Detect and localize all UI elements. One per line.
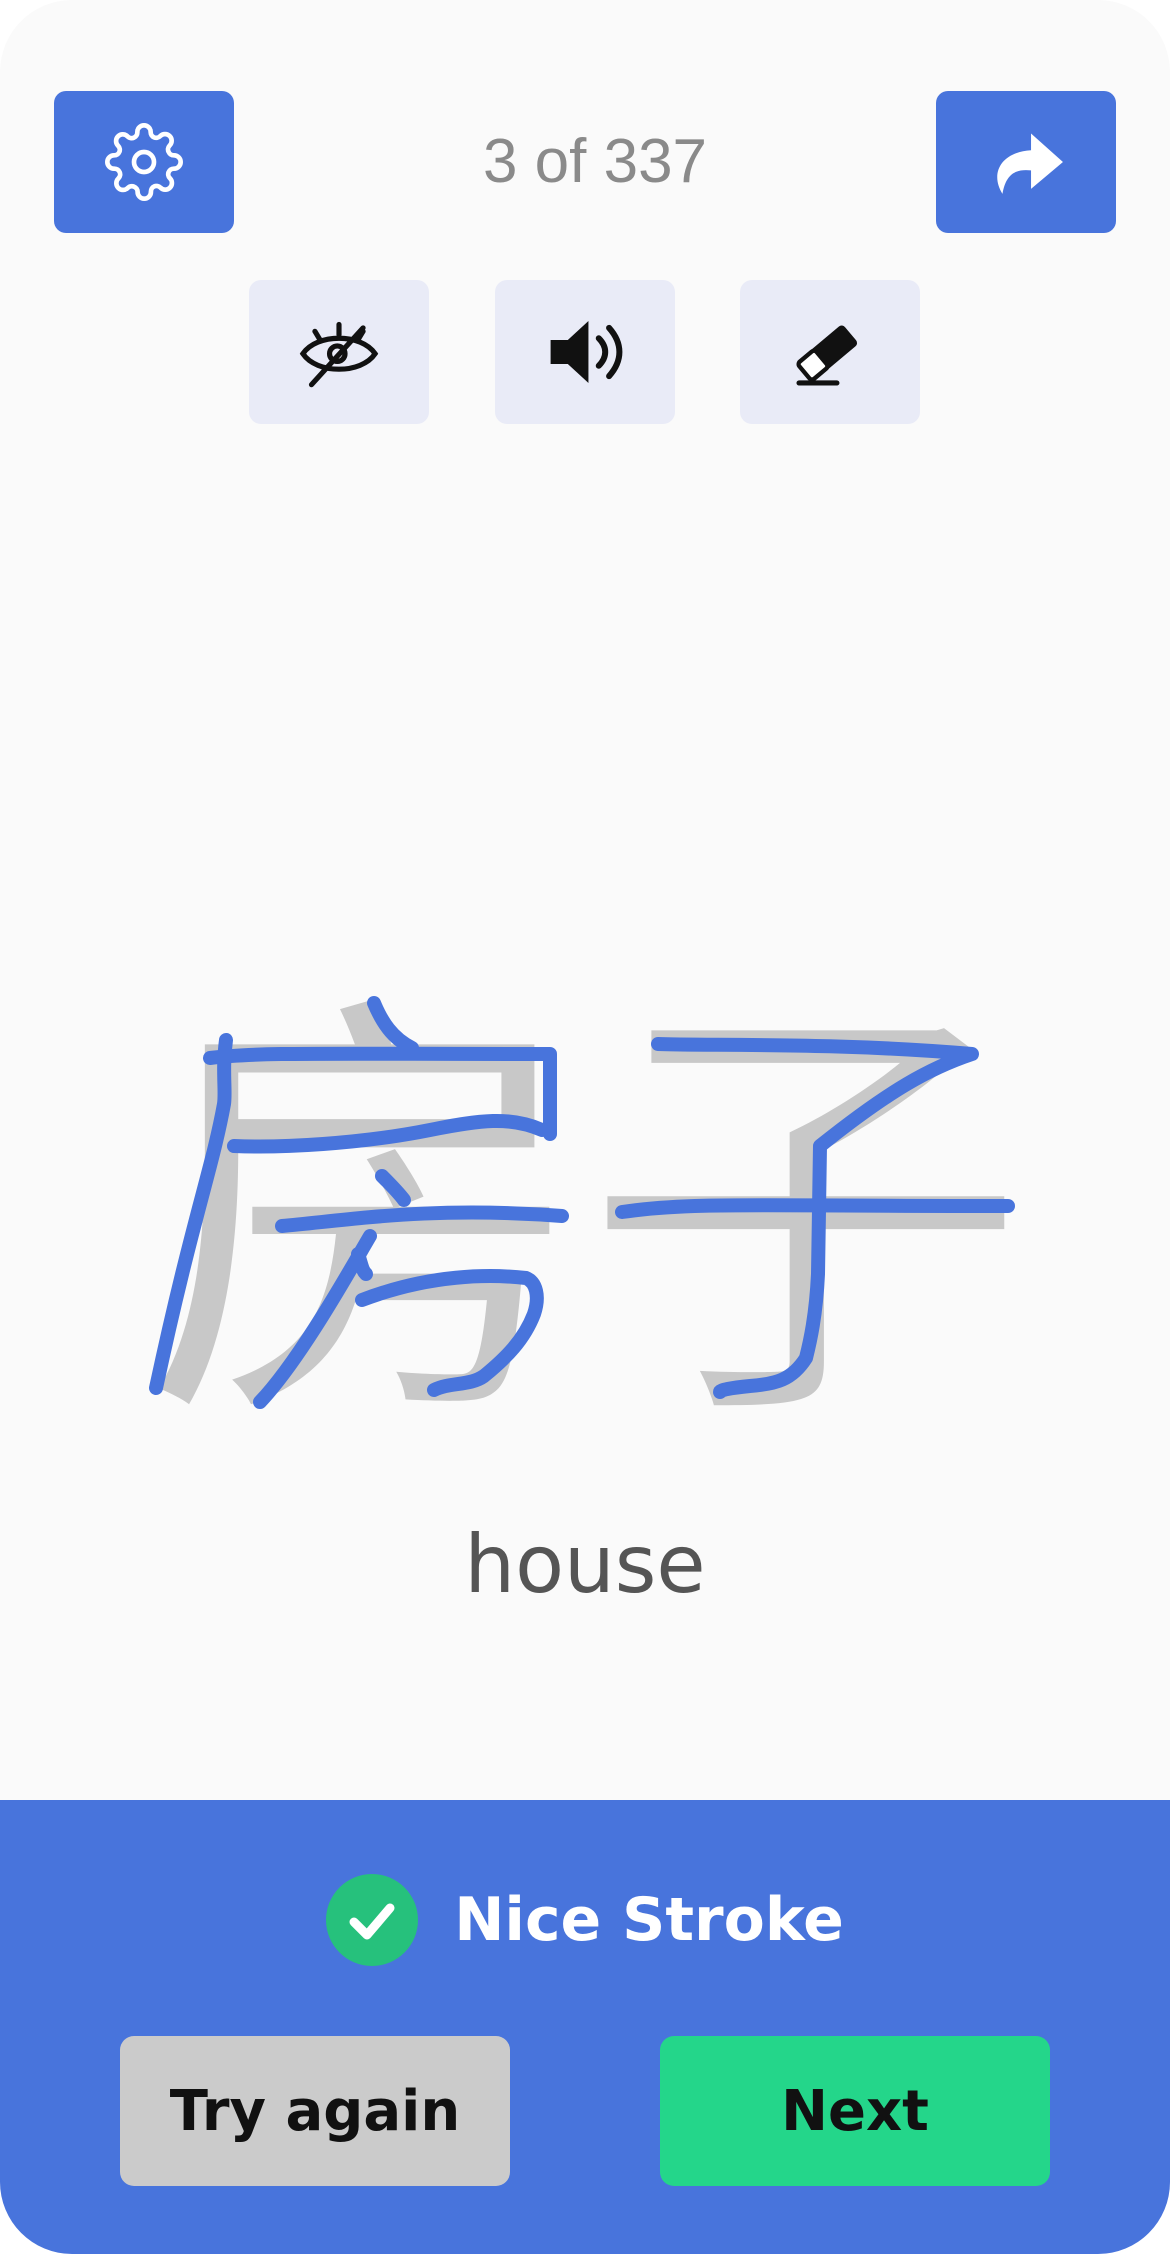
next-button[interactable]: Next <box>660 2036 1050 2186</box>
redo-button[interactable] <box>936 91 1116 233</box>
gear-icon <box>105 123 183 201</box>
erase-button[interactable] <box>740 280 920 424</box>
feedback-row: Nice Stroke <box>0 1874 1170 1966</box>
feedback-message: Nice Stroke <box>454 1885 844 1955</box>
writing-canvas[interactable]: 房子 <box>130 962 1040 1474</box>
screen: 3 of 337 房子 house Nice Stroke Try again … <box>0 0 1170 2254</box>
character-drawing: 房子 <box>145 962 1025 1474</box>
meaning-text: house <box>464 1518 706 1611</box>
eye-off-icon <box>299 321 379 388</box>
card-counter: 3 of 337 <box>482 127 708 196</box>
redo-arrow-icon <box>997 133 1063 194</box>
check-circle-icon <box>326 1874 419 1966</box>
speaker-icon <box>550 321 623 383</box>
eraser-icon <box>796 325 858 386</box>
try-again-button[interactable]: Try again <box>120 2036 510 2186</box>
feedback-panel: Nice Stroke Try again Next <box>0 1800 1170 2254</box>
ghost-character: 房子 <box>145 970 1025 1420</box>
hide-guide-button[interactable] <box>249 280 429 424</box>
settings-button[interactable] <box>54 91 234 233</box>
checkmark-icon <box>349 1903 395 1940</box>
play-audio-button[interactable] <box>495 280 675 424</box>
